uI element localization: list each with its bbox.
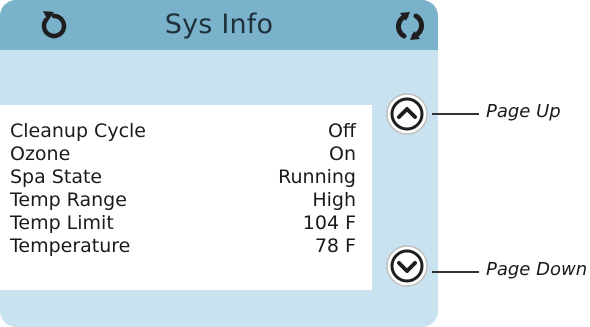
info-row-label: Spa State — [10, 165, 103, 188]
info-row-value: On — [329, 142, 356, 165]
info-row-label: Ozone — [10, 142, 71, 165]
page-up-callout-label: Page Up — [486, 101, 561, 122]
info-row: Spa State Running — [10, 165, 356, 188]
header-bar: Sys Info — [0, 0, 438, 50]
info-row-value: High — [312, 188, 356, 211]
info-row: Temperature 78 F — [10, 234, 356, 257]
info-row-value: Off — [327, 119, 356, 142]
info-row-label: Temp Limit — [10, 211, 114, 234]
info-row-label: Temp Range — [10, 188, 127, 211]
info-row-label: Temperature — [10, 234, 131, 257]
spa-control-screen: Sys Info Cleanup Cycle Off Ozone On Spa Stat… — [0, 0, 438, 327]
info-row-value: Running — [278, 165, 356, 188]
info-row: Cleanup Cycle Off — [10, 119, 356, 142]
info-row-label: Cleanup Cycle — [10, 119, 146, 142]
info-row: Temp Limit 104 F — [10, 211, 356, 234]
page-title: Sys Info — [164, 9, 274, 40]
info-row-value: 104 F — [302, 211, 356, 234]
page-down-callout-label: Page Down — [486, 259, 588, 280]
info-row-value: 78 F — [314, 234, 356, 257]
page-down-button[interactable] — [385, 244, 429, 288]
page-up-callout-line — [432, 113, 479, 115]
info-row: Temp Range High — [10, 188, 356, 211]
refresh-icon[interactable] — [393, 9, 427, 43]
sys-info-panel: Cleanup Cycle Off Ozone On Spa State Running T… — [0, 105, 372, 290]
info-row: Ozone On — [10, 142, 356, 165]
page-up-button[interactable] — [385, 92, 429, 136]
sys-info-list: Cleanup Cycle Off Ozone On Spa State Running T… — [10, 119, 356, 257]
page-down-callout-line — [432, 271, 479, 273]
